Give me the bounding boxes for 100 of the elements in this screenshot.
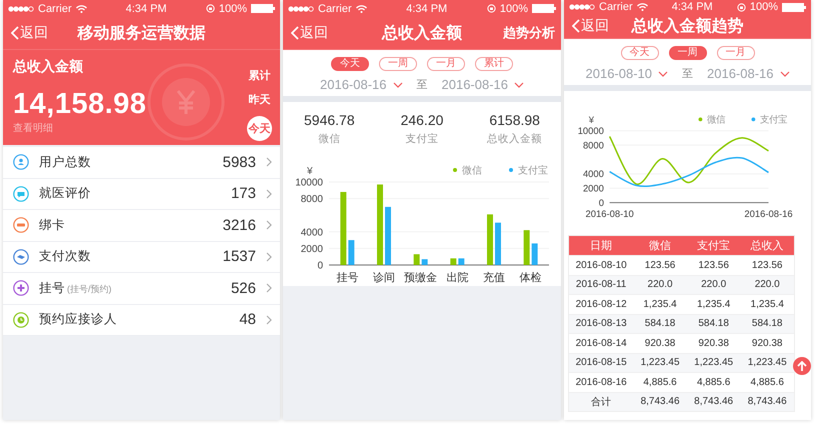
table-cell-text: 584.18 bbox=[750, 318, 784, 330]
category-label: 挂号 bbox=[336, 272, 358, 284]
total-cell-text: 合计 bbox=[590, 396, 612, 409]
chevron-right-icon bbox=[266, 157, 272, 168]
chart-bar bbox=[385, 206, 391, 265]
screen-title: 总收入金额 bbox=[380, 23, 463, 44]
chevron-down-icon bbox=[514, 82, 524, 88]
period-tab[interactable]: 累计 bbox=[475, 57, 513, 71]
axis-tick-label: 10000 bbox=[578, 126, 604, 138]
signal-icon bbox=[288, 6, 314, 12]
total-income-label: 总收入金额 bbox=[13, 58, 84, 76]
stat-value: 246.20 bbox=[400, 112, 444, 128]
table-cell-text: 4,885.6 bbox=[642, 376, 678, 388]
signal-icon bbox=[569, 4, 595, 10]
period-tab[interactable]: 一周 bbox=[379, 57, 417, 71]
stat-row[interactable]: 绑卡 3216 bbox=[3, 210, 280, 242]
chevron-right-icon bbox=[266, 252, 272, 262]
stat-row[interactable]: 挂号 (挂号/预约) 526 bbox=[3, 273, 280, 304]
chevron-right-icon bbox=[266, 220, 272, 230]
back-button[interactable]: 返回 bbox=[564, 17, 624, 36]
screen-title: 总收入金额趋势 bbox=[630, 16, 744, 37]
back-button[interactable]: 返回 bbox=[283, 24, 343, 42]
chevron-right-icon bbox=[266, 283, 272, 294]
battery-percent: 100% bbox=[750, 1, 778, 14]
table-cell-text: 220.0 bbox=[754, 279, 781, 290]
category-label: 诊间 bbox=[373, 272, 395, 284]
table-cell-text: 1,235.4 bbox=[750, 298, 785, 310]
chart-bar bbox=[532, 243, 538, 265]
period-tab[interactable]: 一周 bbox=[668, 46, 706, 60]
table-cell-text: 123.56 bbox=[750, 260, 784, 271]
y-axis-unit: ¥ bbox=[307, 166, 313, 177]
view-details-link[interactable]: 查看明细 bbox=[13, 121, 147, 135]
chevron-right-icon bbox=[266, 188, 272, 199]
axis-tick-label: 4000 bbox=[300, 227, 323, 238]
axis-tick-label: 0 bbox=[598, 198, 604, 209]
date-separator: 至 bbox=[416, 78, 428, 92]
stat-label: 总收入金额 bbox=[487, 132, 542, 146]
end-date-picker[interactable]: 2016-08-16 bbox=[707, 66, 790, 81]
period-option[interactable]: 昨天 bbox=[248, 92, 270, 107]
period-option[interactable]: 今天 bbox=[247, 116, 272, 141]
total-cell-text: 8,743.46 bbox=[693, 396, 734, 408]
stat-row[interactable]: 支付次数 1537 bbox=[3, 242, 280, 273]
axis-tick-label: 8000 bbox=[582, 140, 604, 152]
axis-tick-label: 2000 bbox=[582, 184, 604, 195]
stat-row[interactable]: 就医评价 173 bbox=[3, 178, 280, 210]
axis-tick-label: 10000 bbox=[295, 178, 323, 188]
stat-label: 微信 bbox=[318, 132, 340, 146]
period-tab[interactable]: 今天 bbox=[331, 57, 369, 71]
battery-percent: 100% bbox=[500, 2, 528, 14]
chevron-left-icon bbox=[11, 26, 19, 40]
clock-time: 4:34 PM bbox=[406, 2, 448, 14]
row-label: 预约应接诊人 bbox=[39, 311, 118, 328]
arrow-up-icon bbox=[797, 360, 807, 372]
legend-label: 支付宝 bbox=[518, 166, 548, 176]
table-cell-text: 1,235.4 bbox=[696, 298, 732, 310]
stat-value: 5946.78 bbox=[304, 112, 355, 128]
period-option[interactable]: 累计 bbox=[248, 68, 270, 83]
battery-icon bbox=[250, 4, 275, 13]
y-axis-unit: ¥ bbox=[588, 115, 594, 126]
chevron-down-icon bbox=[658, 70, 668, 76]
rotation-lock-icon bbox=[486, 4, 496, 13]
wifi-icon bbox=[76, 4, 87, 12]
axis-tick-label: 2000 bbox=[300, 244, 323, 255]
table-cell-text: 2016-08-15 bbox=[574, 357, 628, 368]
period-tab[interactable]: 一月 bbox=[427, 57, 465, 71]
total-cell-text: 8,743.46 bbox=[746, 396, 788, 408]
axis-tick-label: 4000 bbox=[582, 169, 604, 180]
stat-row[interactable]: 预约应接诊人 48 bbox=[3, 304, 280, 336]
chart-bar bbox=[450, 258, 456, 265]
column-header: 总收入 bbox=[750, 239, 785, 253]
axis-tick-label: 2016-08-10 bbox=[585, 208, 634, 220]
axis-tick-label: 2016-08-16 bbox=[744, 208, 793, 220]
category-label: 预缴金 bbox=[404, 272, 438, 284]
category-label: 充值 bbox=[483, 272, 505, 284]
end-date-picker[interactable]: 2016-08-16 bbox=[442, 77, 524, 92]
category-label: 体检 bbox=[520, 272, 542, 284]
trend-analysis-button[interactable]: 趋势分析 bbox=[503, 24, 561, 42]
table-cell-text: 920.38 bbox=[697, 338, 730, 349]
stat-row[interactable]: 用户总数 5983 bbox=[3, 147, 280, 178]
row-value: 1537 bbox=[222, 248, 256, 266]
table-cell-text: 920.38 bbox=[644, 338, 676, 349]
period-tab[interactable]: 今天 bbox=[620, 46, 658, 60]
table-cell-text: 584.18 bbox=[697, 318, 730, 330]
row-value: 173 bbox=[230, 185, 256, 202]
table-cell-text: 220.0 bbox=[700, 279, 728, 290]
start-date-picker[interactable]: 2016-08-10 bbox=[586, 66, 668, 81]
chart-bar bbox=[422, 259, 428, 265]
row-value: 526 bbox=[230, 280, 256, 297]
start-date-picker[interactable]: 2016-08-16 bbox=[320, 77, 402, 92]
table-cell-text: 2016-08-12 bbox=[574, 298, 628, 310]
row-value: 3216 bbox=[222, 216, 256, 234]
period-tab[interactable]: 一月 bbox=[716, 46, 754, 60]
wifi-icon bbox=[636, 3, 648, 12]
legend-label: 支付宝 bbox=[760, 114, 787, 126]
screen-title: 移动服务运营数据 bbox=[76, 24, 206, 44]
table-cell-text: 2016-08-16 bbox=[574, 376, 628, 388]
back-button[interactable]: 返回 bbox=[3, 24, 63, 42]
axis-tick-label: 0 bbox=[317, 260, 323, 272]
chart-bar bbox=[524, 230, 530, 265]
carrier-name: Carrier bbox=[38, 2, 72, 14]
